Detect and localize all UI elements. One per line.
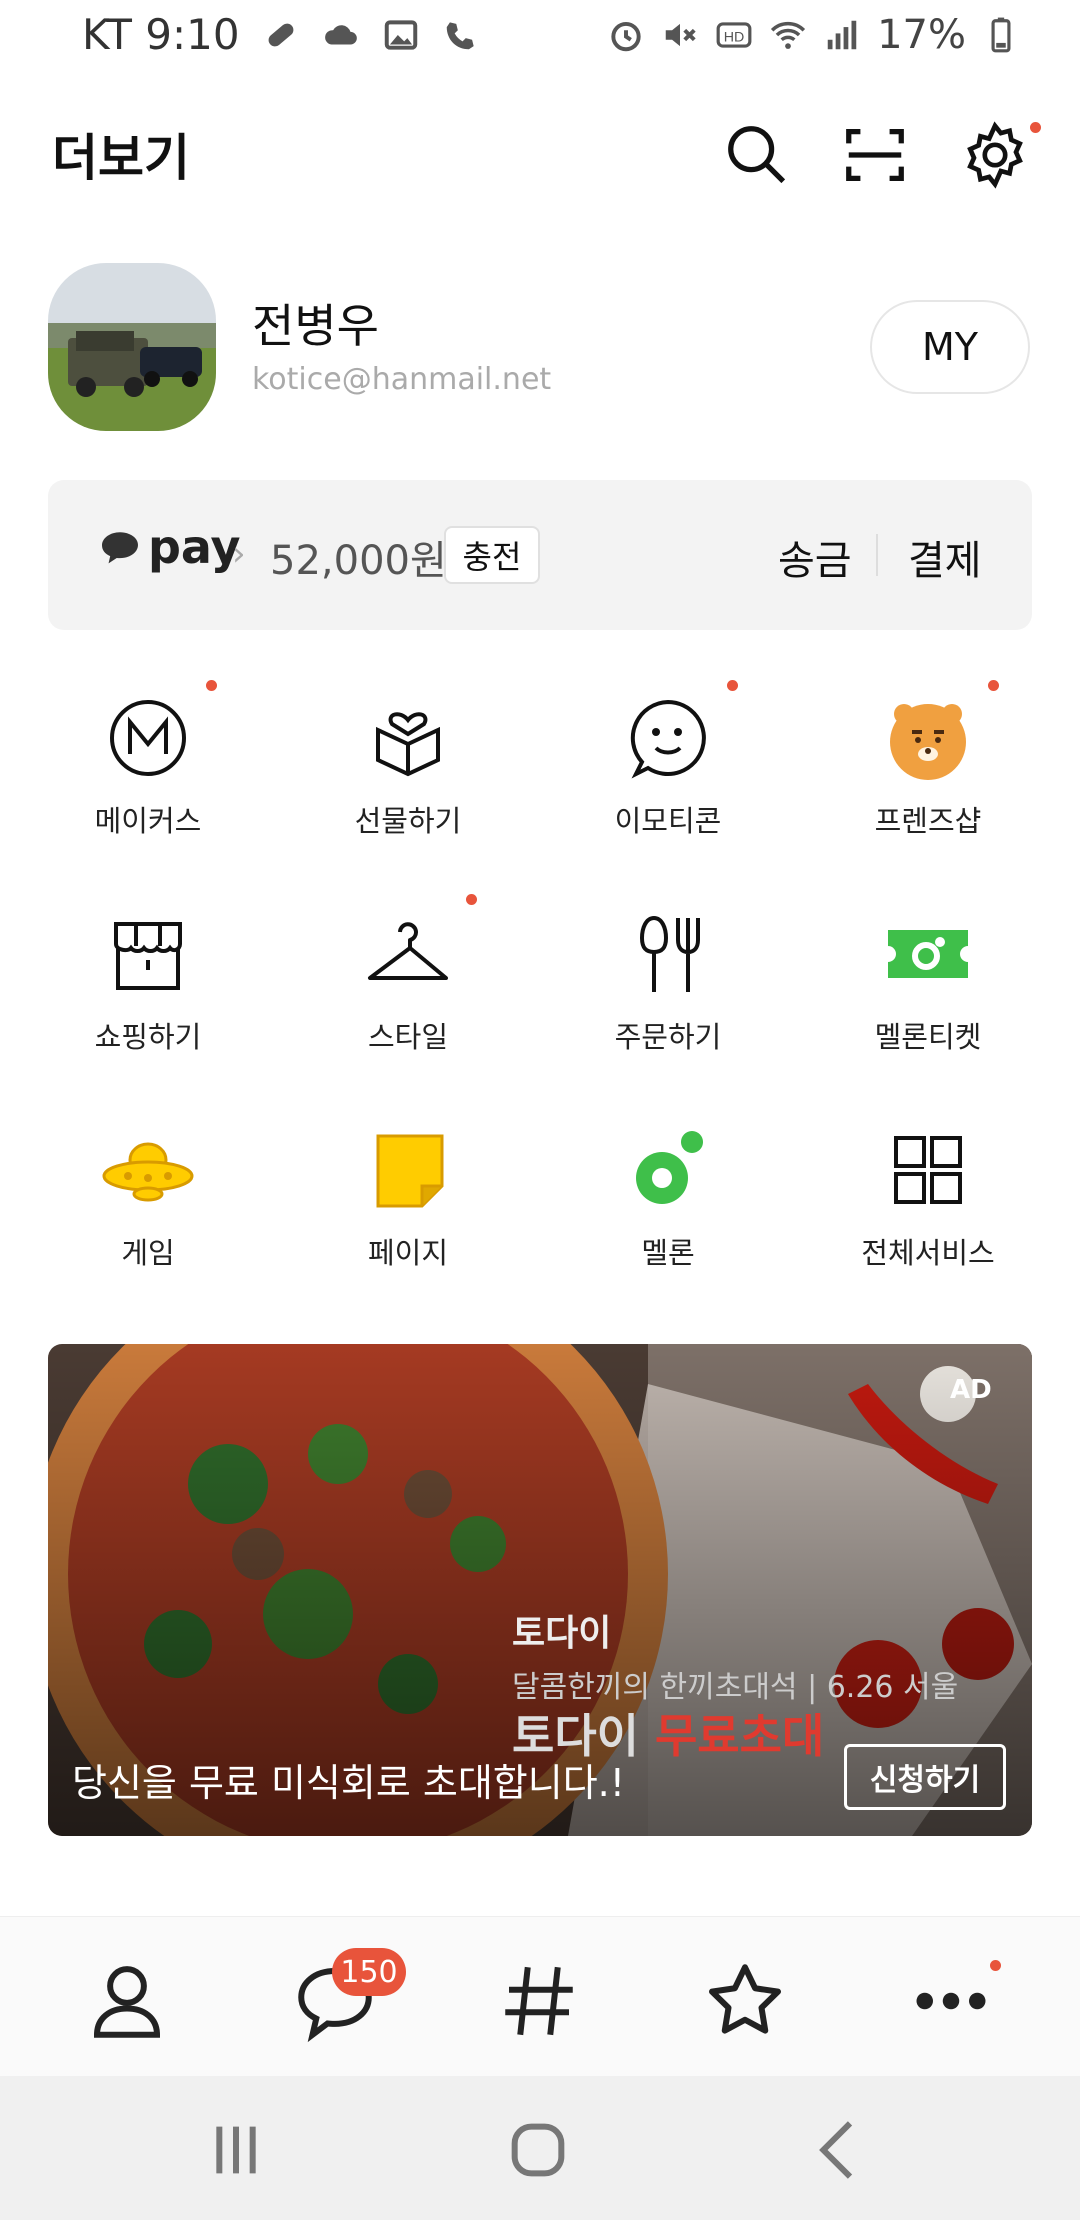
pay-logo[interactable]: pay	[100, 520, 241, 574]
service-melon-ticket[interactable]: 멜론티켓	[828, 904, 1028, 1074]
search-icon[interactable]	[722, 120, 792, 190]
all-services-icon	[894, 1136, 962, 1204]
more-tab-icon[interactable]	[906, 1956, 996, 2046]
recent-apps-icon[interactable]	[196, 2110, 276, 2190]
page-title: 더보기	[52, 129, 190, 187]
settings-new-dot	[1030, 122, 1041, 133]
chat-unread-badge: 150	[332, 1948, 406, 1996]
more-tab-dot	[990, 1960, 1001, 1971]
ad-tag: AD	[950, 1375, 992, 1405]
service-gift[interactable]: 선물하기	[308, 688, 508, 858]
emoticon-icon	[630, 699, 706, 779]
service-melon[interactable]: 멜론	[568, 1120, 768, 1290]
friends-tab-icon[interactable]	[82, 1956, 172, 2046]
service-style[interactable]: 스타일	[308, 904, 508, 1074]
send-money-button[interactable]: 송금	[778, 528, 852, 586]
service-label: 프렌즈샵	[874, 804, 982, 838]
battery-percent: 17%	[877, 12, 966, 58]
service-friends-shop[interactable]: 프렌즈샵	[828, 688, 1028, 858]
melon-icon	[636, 1131, 703, 1204]
hd-icon: HD	[716, 22, 752, 48]
ad-brand: 토다이	[512, 1613, 612, 1654]
service-label: 메이커스	[94, 804, 202, 838]
pay-word: pay	[148, 520, 241, 574]
service-label: 멜론	[641, 1236, 695, 1270]
carrier-time: KT 9:10	[82, 10, 240, 59]
service-shopping[interactable]: 쇼핑하기	[48, 904, 248, 1074]
image-icon	[384, 19, 417, 50]
profile-email: kotice@hanmail.net	[252, 362, 552, 397]
service-label: 전체서비스	[861, 1236, 995, 1270]
fork-knife-icon	[639, 916, 700, 992]
service-label: 선물하기	[354, 804, 462, 838]
service-label: 스타일	[367, 1020, 449, 1054]
pay-divider	[876, 534, 878, 576]
pay-balance[interactable]: 52,000원	[270, 528, 447, 586]
avatar[interactable]	[48, 263, 216, 431]
charge-button[interactable]: 충전	[444, 526, 540, 584]
service-makers[interactable]: 메이커스	[48, 688, 248, 858]
pay-bubble-icon	[102, 532, 138, 564]
ad-headline-red: 무료초대	[654, 1709, 825, 1763]
profile-name: 전병우	[252, 299, 379, 353]
apply-button[interactable]: 신청하기	[844, 1744, 1006, 1810]
wifi-icon	[771, 21, 806, 49]
service-label: 이모티콘	[614, 804, 722, 838]
hashtag-tab-icon[interactable]	[494, 1956, 584, 2046]
cloud-icon	[324, 24, 357, 44]
mute-icon	[665, 23, 696, 47]
my-button[interactable]: MY	[870, 300, 1030, 394]
style-new-dot	[466, 894, 477, 905]
service-order[interactable]: 주문하기	[568, 904, 768, 1074]
battery-icon	[991, 17, 1011, 53]
shop-icon	[114, 922, 182, 990]
page-icon	[376, 1134, 444, 1208]
alarm-icon	[611, 21, 641, 52]
status-left: KT 9:10	[82, 10, 480, 59]
makers-icon	[110, 700, 186, 776]
pill-icon	[268, 23, 294, 46]
gift-icon	[376, 712, 440, 777]
svg-text:HD: HD	[724, 29, 745, 45]
game-ufo-icon	[102, 1142, 194, 1202]
hanger-icon	[368, 922, 448, 980]
scan-icon[interactable]	[840, 120, 910, 190]
home-icon[interactable]	[498, 2110, 578, 2190]
service-game[interactable]: 게임	[48, 1120, 248, 1290]
back-icon[interactable]	[800, 2110, 880, 2190]
service-page[interactable]: 페이지	[308, 1120, 508, 1290]
service-label: 멜론티켓	[874, 1020, 982, 1054]
service-emoticon[interactable]: 이모티콘	[568, 688, 768, 858]
ad-caption: 당신을 무료 미식회로 초대합니다.!	[72, 1761, 625, 1805]
service-label: 페이지	[367, 1236, 449, 1270]
service-all[interactable]: 전체서비스	[828, 1120, 1028, 1290]
emoticon-new-dot	[727, 680, 738, 691]
service-label: 쇼핑하기	[94, 1020, 202, 1054]
melon-ticket-icon	[888, 930, 968, 978]
pay-chevron-icon: ›	[232, 534, 246, 574]
whowho-call-icon	[446, 21, 474, 49]
status-right: HD 17%	[607, 12, 1020, 58]
settings-icon[interactable]	[960, 120, 1030, 190]
service-label: 주문하기	[614, 1020, 722, 1054]
friends-shop-new-dot	[988, 680, 999, 691]
friends-shop-icon	[890, 704, 966, 780]
service-label: 게임	[121, 1236, 175, 1270]
signal-icon	[827, 20, 857, 50]
makers-new-dot	[206, 680, 217, 691]
star-tab-icon[interactable]	[700, 1956, 790, 2046]
payment-button[interactable]: 결제	[908, 528, 982, 586]
